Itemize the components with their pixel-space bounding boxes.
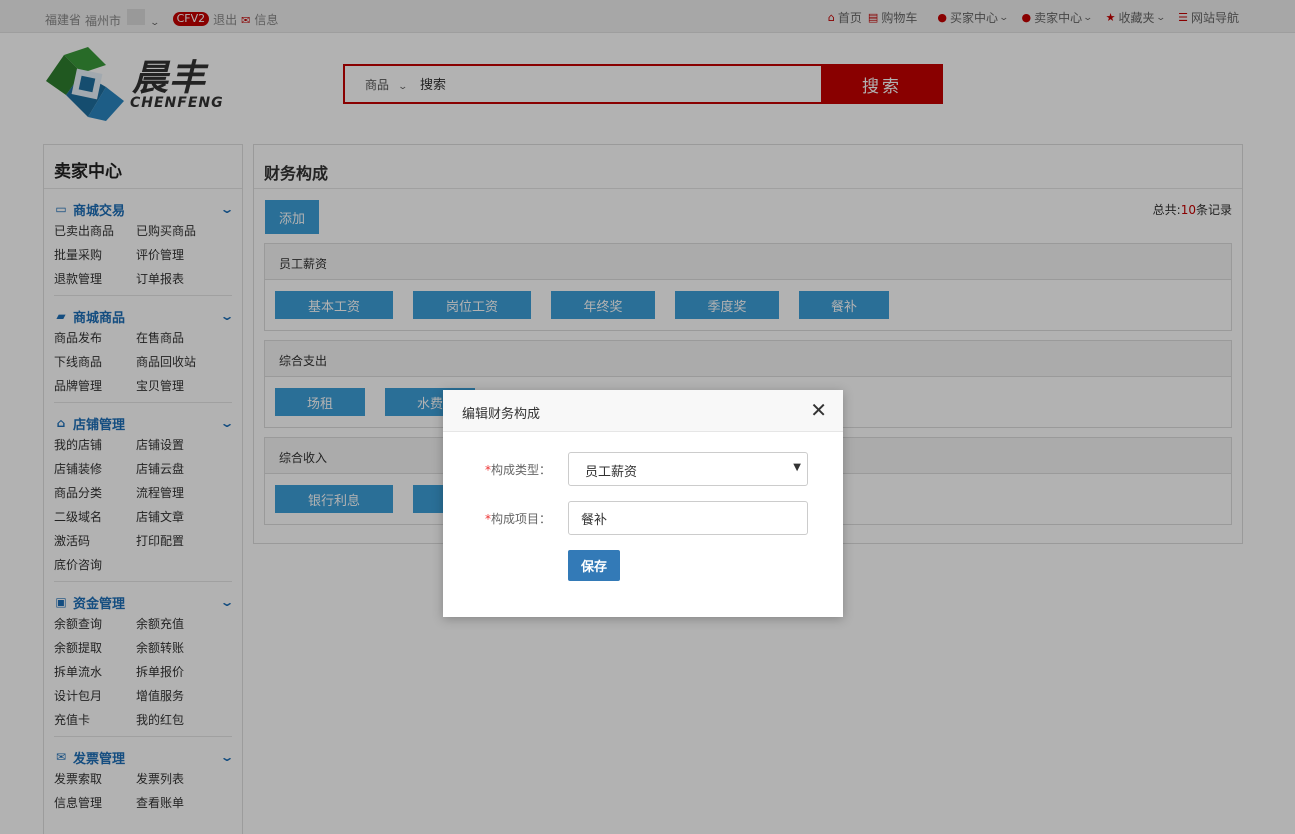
caret-down-icon: ▼ <box>793 462 801 473</box>
type-label-text: 构成类型： <box>490 463 551 477</box>
save-button[interactable]: 保存 <box>568 550 620 581</box>
edit-finance-dialog: 编辑财务构成 ✕ *构成类型： 员工薪资 ▼ *构成项目： 保存 <box>443 390 843 617</box>
item-row: *构成项目： <box>443 501 843 535</box>
close-icon[interactable]: ✕ <box>810 400 827 420</box>
item-input[interactable] <box>568 501 808 535</box>
type-row: *构成类型： 员工薪资 ▼ <box>443 452 843 486</box>
dialog-title: 编辑财务构成 <box>462 407 541 422</box>
item-label-text: 构成项目： <box>490 512 551 526</box>
dialog-header: 编辑财务构成 ✕ <box>443 390 843 432</box>
item-label: *构成项目： <box>485 510 551 527</box>
type-value: 员工薪资 <box>585 465 638 480</box>
type-select[interactable]: 员工薪资 ▼ <box>568 452 808 486</box>
type-label: *构成类型： <box>485 461 551 478</box>
